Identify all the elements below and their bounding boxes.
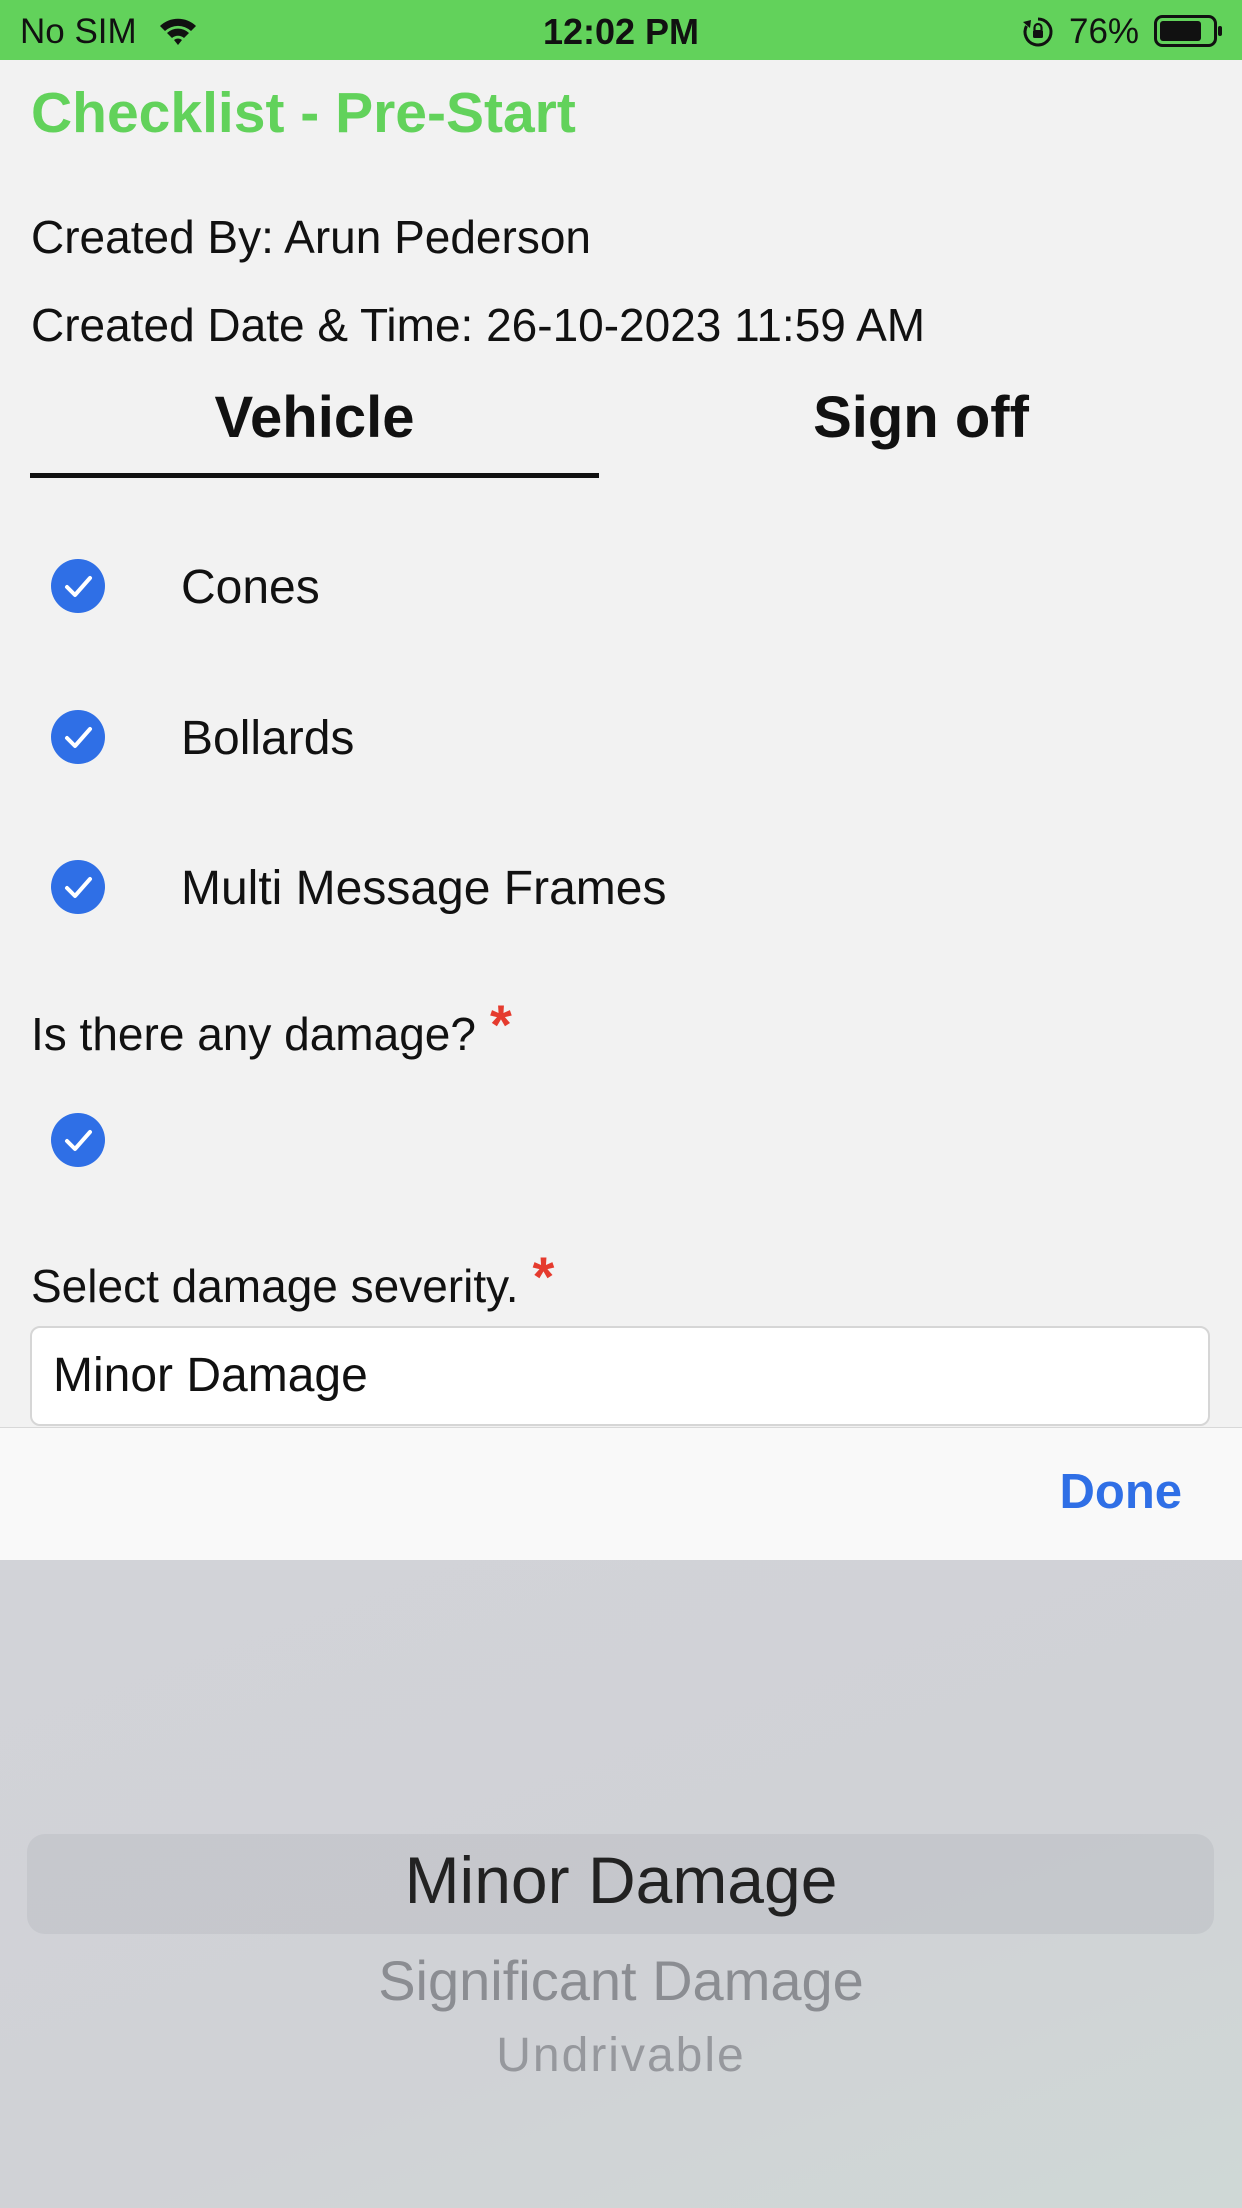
checkbox-checked-icon[interactable] — [51, 559, 105, 613]
battery-percent: 76% — [1069, 12, 1140, 51]
damage-checkbox-row[interactable] — [0, 1099, 1242, 1179]
created-date-text: Created Date & Time: 26-10-2023 11:59 AM — [31, 299, 926, 351]
severity-picker-wheel[interactable]: Minor Damage Significant Damage Undrivab… — [0, 1560, 1242, 2208]
severity-label-text: Select damage severity. — [31, 1260, 519, 1312]
created-by-text: Created By: Arun Pederson — [31, 211, 591, 263]
active-tab-indicator — [30, 473, 599, 478]
severity-select-field[interactable]: Minor Damage — [30, 1326, 1210, 1426]
status-bar: No SIM 12:02 PM 76% — [0, 0, 1242, 60]
orientation-lock-icon — [1022, 16, 1054, 48]
checklist-item-label: Bollards — [181, 712, 355, 765]
done-button[interactable]: Done — [1060, 1464, 1183, 1520]
picker-option-undrivable[interactable]: Undrivable — [0, 2028, 1242, 2083]
tab-sign-off[interactable]: Sign off — [621, 384, 1221, 451]
page-title: Checklist - Pre-Start — [31, 81, 576, 145]
tab-vehicle[interactable]: Vehicle — [30, 384, 599, 451]
damage-question-label: Is there any damage? * — [31, 993, 512, 1063]
required-asterisk: * — [532, 1245, 555, 1308]
picker-option-minor-damage[interactable]: Minor Damage — [0, 1842, 1242, 1918]
checklist-item-multi-message-frames[interactable]: Multi Message Frames — [0, 847, 1242, 927]
picker-option-significant-damage[interactable]: Significant Damage — [0, 1948, 1242, 2013]
status-time: 12:02 PM — [542, 11, 700, 52]
battery-icon — [1154, 15, 1224, 47]
checkbox-checked-icon[interactable] — [51, 710, 105, 764]
severity-label: Select damage severity. * — [31, 1245, 554, 1315]
checklist-item-cones[interactable]: Cones — [0, 546, 1242, 626]
checkbox-checked-icon[interactable] — [51, 860, 105, 914]
checklist-item-label: Multi Message Frames — [181, 862, 667, 915]
required-asterisk: * — [489, 993, 512, 1056]
picker-toolbar: Done — [0, 1427, 1242, 1561]
damage-checkbox-checked-icon[interactable] — [51, 1113, 105, 1167]
checklist-item-label: Cones — [181, 561, 320, 614]
damage-question-text: Is there any damage? — [31, 1008, 476, 1060]
checklist-item-bollards[interactable]: Bollards — [0, 697, 1242, 777]
